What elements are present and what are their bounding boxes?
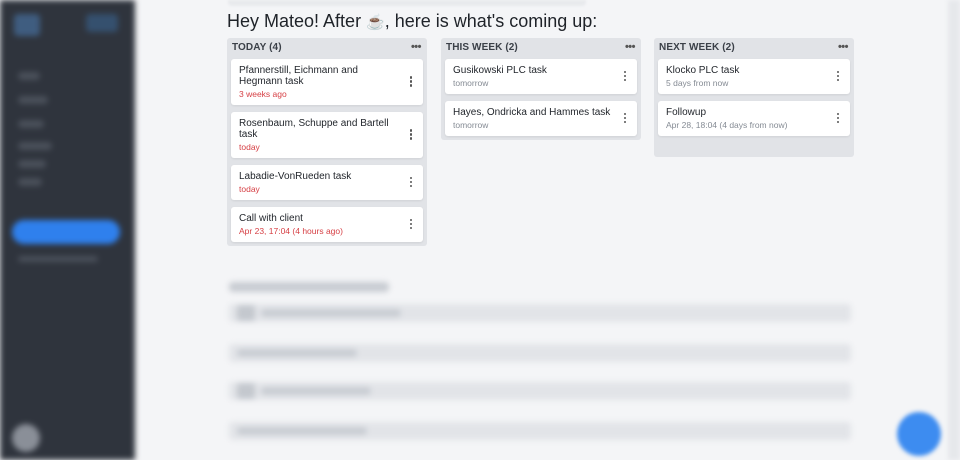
section-title-placeholder — [229, 282, 389, 292]
right-panel-edge — [948, 0, 960, 460]
task-title: Hayes, Ondricka and Hammes task — [453, 107, 611, 118]
more-vertical-icon[interactable] — [409, 129, 413, 141]
task-title: Gusikowski PLC task — [453, 65, 547, 76]
list-item-icon — [237, 383, 255, 399]
list-item-text — [237, 349, 357, 357]
sidebar-item[interactable] — [18, 72, 40, 80]
more-vertical-icon[interactable] — [409, 218, 413, 231]
greeting-text-start: Hey Mateo! After — [227, 11, 367, 31]
task-due: today — [239, 184, 260, 194]
task-card[interactable]: Klocko PLC task 5 days from now — [658, 59, 850, 94]
sidebar-sub-link[interactable] — [18, 256, 98, 262]
task-card[interactable]: Gusikowski PLC task tomorrow — [445, 59, 637, 94]
list-item-text — [261, 387, 371, 395]
column-next-week: NEXT WEEK (2) ••• Klocko PLC task 5 days… — [654, 38, 854, 157]
column-title: THIS WEEK (2) — [446, 42, 518, 53]
more-vertical-icon[interactable] — [836, 112, 840, 125]
task-title: Klocko PLC task — [666, 65, 740, 76]
more-vertical-icon[interactable] — [623, 112, 627, 125]
task-title: Call with client — [239, 213, 303, 224]
column-this-week: THIS WEEK (2) ••• Gusikowski PLC task to… — [441, 38, 641, 140]
task-title: Followup — [666, 107, 707, 118]
sidebar-item[interactable] — [18, 160, 46, 168]
greeting-text-end: , here is what's coming up: — [384, 11, 598, 31]
sidebar — [0, 0, 135, 460]
page-title: Hey Mateo! After ☕, here is what's comin… — [227, 11, 597, 32]
task-card[interactable]: Followup Apr 28, 18:04 (4 days from now) — [658, 101, 850, 136]
sidebar-top-button[interactable] — [86, 14, 118, 32]
column-header: THIS WEEK (2) ••• — [445, 41, 637, 59]
task-card[interactable]: Pfannerstill, Eichmann and Hegmann task … — [231, 59, 423, 105]
more-vertical-icon[interactable] — [836, 70, 840, 83]
task-due: 5 days from now — [666, 78, 729, 88]
sidebar-item[interactable] — [18, 178, 42, 186]
task-due: Apr 28, 18:04 (4 days from now) — [666, 120, 788, 130]
list-item-text — [237, 427, 367, 435]
task-card[interactable]: Call with client Apr 23, 17:04 (4 hours … — [231, 207, 423, 242]
list-item-icon — [237, 305, 255, 321]
coffee-icon: ☕ — [366, 14, 385, 31]
list-item[interactable] — [229, 304, 851, 322]
more-vertical-icon[interactable] — [409, 76, 413, 88]
task-due: today — [239, 142, 260, 152]
task-card[interactable]: Hayes, Ondricka and Hammes task tomorrow — [445, 101, 637, 136]
more-horizontal-icon[interactable]: ••• — [411, 41, 422, 53]
column-title: TODAY (4) — [232, 42, 282, 53]
task-due: 3 weeks ago — [239, 89, 287, 99]
column-spacer — [658, 143, 850, 153]
list-item-text — [261, 309, 401, 317]
more-horizontal-icon[interactable]: ••• — [838, 41, 849, 53]
task-due: tomorrow — [453, 78, 489, 88]
task-title: Pfannerstill, Eichmann and Hegmann task — [239, 65, 358, 87]
sidebar-primary-button[interactable] — [12, 220, 120, 244]
list-item[interactable] — [229, 422, 851, 440]
column-header: TODAY (4) ••• — [231, 41, 423, 59]
fab-button[interactable] — [897, 412, 941, 456]
task-card[interactable]: Rosenbaum, Schuppe and Bartell task toda… — [231, 112, 423, 158]
task-title: Rosenbaum, Schuppe and Bartell task — [239, 118, 389, 140]
more-vertical-icon[interactable] — [409, 176, 413, 189]
task-title: Labadie-VonRueden task — [239, 171, 352, 182]
sidebar-item[interactable] — [18, 120, 44, 128]
sidebar-item[interactable] — [18, 96, 48, 104]
list-item[interactable] — [229, 382, 851, 400]
task-card[interactable]: Labadie-VonRueden task today — [231, 165, 423, 200]
column-title: NEXT WEEK (2) — [659, 42, 735, 53]
list-item[interactable] — [229, 344, 851, 362]
task-due: Apr 23, 17:04 (4 hours ago) — [239, 226, 343, 236]
more-vertical-icon[interactable] — [623, 70, 627, 83]
column-today: TODAY (4) ••• Pfannerstill, Eichmann and… — [227, 38, 427, 246]
column-header: NEXT WEEK (2) ••• — [658, 41, 850, 59]
app-logo[interactable] — [14, 14, 40, 36]
top-bar — [228, 0, 586, 6]
task-due: tomorrow — [453, 120, 489, 130]
blurred-activity-section — [225, 276, 855, 446]
avatar[interactable] — [12, 424, 40, 452]
more-horizontal-icon[interactable]: ••• — [625, 41, 636, 53]
sidebar-item[interactable] — [18, 142, 52, 150]
